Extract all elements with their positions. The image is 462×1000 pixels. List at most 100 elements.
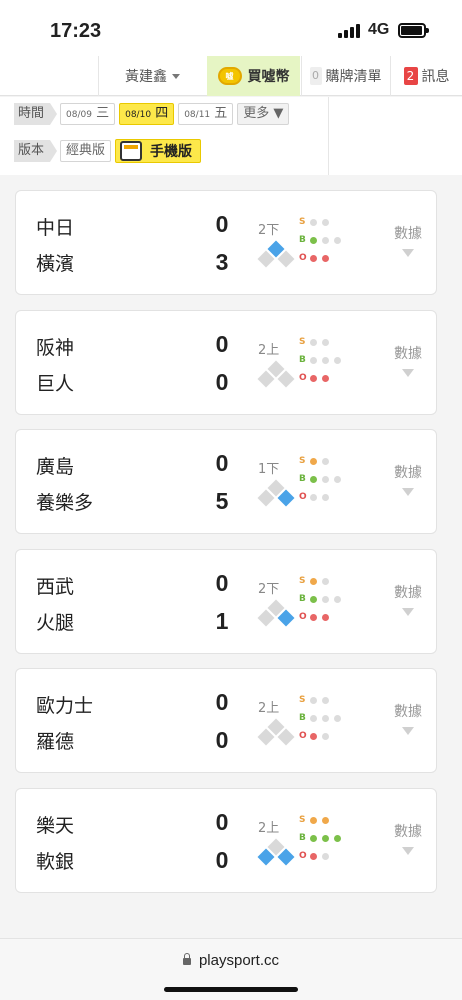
game-card[interactable]: 中日 橫濱 0 3 2下 S B O 數據: [15, 190, 437, 295]
ball-letter: B: [299, 713, 306, 723]
signal-icon: [338, 24, 362, 38]
strike-letter: S: [299, 576, 306, 586]
game-card[interactable]: 廣島 養樂多 0 5 1下 S B O 數據: [15, 429, 437, 534]
game-card[interactable]: 樂天 軟銀 0 0 2上 S B O 數據: [15, 788, 437, 893]
b-dot: [334, 595, 341, 603]
b-dot: [310, 714, 317, 722]
o-dot: [310, 493, 317, 501]
messages-button[interactable]: 2 訊息: [390, 56, 462, 96]
b-dot: [334, 475, 341, 483]
stats-toggle[interactable]: 數據: [388, 821, 428, 855]
count-indicator: SBO: [299, 215, 346, 269]
user-menu[interactable]: 黃建鑫: [98, 56, 206, 96]
game-card[interactable]: 歐力士 羅德 0 0 2上 S B O 數據: [15, 668, 437, 773]
s-dot: [310, 457, 317, 465]
home-score: 1: [215, 608, 229, 634]
o-dot: [322, 852, 329, 860]
b-dot: [310, 236, 317, 244]
stats-label: 數據: [394, 585, 422, 601]
s-dot: [310, 338, 317, 346]
s-dot: [322, 696, 329, 704]
out-letter: O: [299, 731, 307, 741]
away-score: 0: [215, 211, 229, 237]
away-team: 中日: [36, 217, 75, 239]
purchase-list-label: 購牌清單: [325, 69, 382, 85]
strikes-row: S: [299, 813, 346, 827]
out-letter: O: [299, 612, 307, 622]
stats-toggle[interactable]: 數據: [388, 343, 428, 377]
status-time: 17:23: [50, 20, 102, 42]
bases-diamond-icon: [256, 599, 296, 630]
classic-version-button[interactable]: 經典版: [60, 140, 112, 162]
home-team: 火腿: [36, 612, 75, 634]
count-indicator: SBO: [299, 335, 346, 389]
o-dot: [310, 852, 317, 860]
home-indicator[interactable]: [164, 987, 298, 992]
url-text: playsport.cc: [198, 952, 280, 969]
bases-diamond-icon: [256, 360, 296, 391]
url-display[interactable]: playsport.cc: [0, 952, 462, 969]
strike-letter: S: [299, 337, 306, 347]
away-score: 0: [215, 570, 229, 596]
triangle-down-icon: [402, 847, 414, 855]
count-indicator: SBO: [299, 813, 346, 867]
stats-toggle[interactable]: 數據: [388, 701, 428, 735]
strikes-row: S: [299, 454, 346, 468]
mobile-version-button[interactable]: 手機版: [115, 139, 202, 163]
user-name: 黃建鑫: [125, 69, 167, 85]
bases-diamond-icon: [256, 240, 296, 271]
lock-icon: [182, 953, 191, 965]
stats-toggle[interactable]: 數據: [388, 582, 428, 616]
away-team: 歐力士: [36, 695, 94, 717]
home-score: 5: [215, 488, 229, 514]
game-card[interactable]: 西武 火腿 0 1 2下 S B O 數據: [15, 549, 437, 654]
o-dot: [322, 613, 329, 621]
stats-toggle[interactable]: 數據: [388, 223, 428, 257]
b-dot: [322, 356, 329, 364]
balls-row: B: [299, 472, 346, 486]
balls-row: B: [299, 711, 346, 725]
game-card[interactable]: 阪神 巨人 0 0 2上 S B O 數據: [15, 310, 437, 415]
s-dot: [322, 816, 329, 824]
o-dot: [322, 493, 329, 501]
date-chip-0810[interactable]: 08/10 四: [119, 103, 175, 125]
cart-count: 0: [309, 67, 322, 85]
balls-row: B: [299, 831, 346, 845]
version-filter-row: 版本 經典版 手機版: [14, 139, 202, 163]
top-nav: 黃建鑫 噓 買噓幣 0 購牌清單 2 訊息: [0, 56, 462, 96]
home-score: 0: [215, 727, 229, 753]
outs-row: O: [299, 371, 346, 385]
s-dot: [322, 338, 329, 346]
more-dates-button[interactable]: 更多 ▼: [237, 103, 290, 125]
stats-label: 數據: [394, 226, 422, 242]
out-letter: O: [299, 851, 307, 861]
b-dot: [322, 236, 329, 244]
stats-toggle[interactable]: 數據: [388, 462, 428, 496]
triangle-down-icon: [402, 727, 414, 735]
inning-label: 2上: [258, 343, 280, 358]
count-indicator: SBO: [299, 693, 346, 747]
balls-row: B: [299, 233, 346, 247]
o-dot: [322, 732, 329, 740]
date-weekday: 五: [214, 106, 228, 121]
date-md: 08/10: [125, 110, 152, 120]
o-dot: [310, 732, 317, 740]
s-dot: [310, 816, 317, 824]
inning-label: 2上: [258, 821, 280, 836]
date-chip-0811[interactable]: 08/11 五: [178, 103, 234, 125]
purchase-list-button[interactable]: 0 購牌清單: [301, 56, 389, 96]
bases-diamond-icon: [256, 479, 296, 510]
out-letter: O: [299, 492, 307, 502]
buy-coins-label: 買噓幣: [247, 69, 290, 85]
date-md: 08/11: [184, 110, 211, 120]
b-dot: [322, 834, 329, 842]
b-dot: [310, 834, 317, 842]
date-chip-0809[interactable]: 08/09 三: [60, 103, 116, 125]
buy-coins-button[interactable]: 噓 買噓幣: [207, 56, 300, 96]
triangle-down-icon: [402, 608, 414, 616]
out-letter: O: [299, 373, 307, 383]
stats-label: 數據: [394, 704, 422, 720]
home-team: 軟銀: [36, 851, 75, 873]
strike-letter: S: [299, 217, 306, 227]
status-bar: 17:23 4G: [0, 0, 462, 60]
